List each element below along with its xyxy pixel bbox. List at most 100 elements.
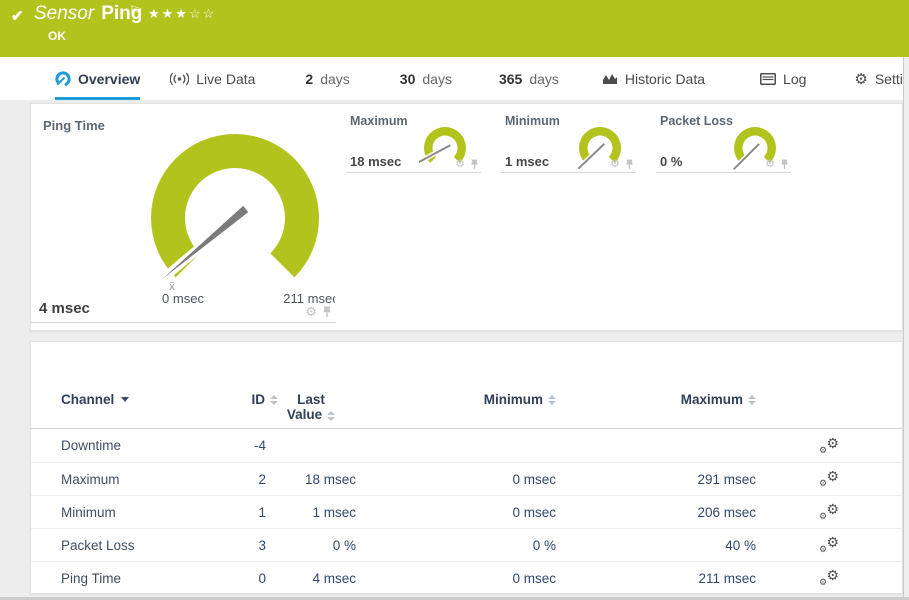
tab-overview[interactable]: Overview (55, 57, 141, 100)
ping-time-value: 4 msec (39, 300, 90, 317)
sensor-title: Sensor Ping (34, 3, 142, 25)
gauge-title: Minimum (505, 114, 560, 128)
column-header-id-label: ID (251, 392, 266, 407)
maximum-value: 18 msec (350, 154, 402, 169)
channel-minimum: 0 msec (512, 471, 556, 487)
column-header-last-label: Last (297, 392, 325, 407)
table-row: Maximum 2 18 msec 0 msec 291 msec ⚙ ⚙ (31, 462, 902, 495)
gauge-settings-gear-icon[interactable]: ⚙ (610, 159, 620, 170)
column-header-maximum[interactable]: Maximum (556, 392, 756, 428)
channels-table-panel: Channel ID Last Value Minimum Maximum Do… (30, 341, 903, 594)
channel-name: Packet Loss (61, 537, 135, 553)
sensor-status-text: OK (48, 29, 66, 43)
stars-filled[interactable]: ★★★ (148, 6, 189, 21)
packet-loss-gauge-cell: Packet Loss 0 % ⚙ (656, 104, 791, 173)
tab-live-data-label: Live Data (196, 70, 256, 87)
channel-settings-gears-icon[interactable]: ⚙ ⚙ (818, 468, 840, 488)
tab-overview-label: Overview (78, 70, 141, 87)
tab-2-days-unit: days (320, 70, 350, 87)
tab-live-data[interactable]: Live Data (170, 57, 255, 100)
column-header-value-label: Value (286, 407, 323, 422)
table-row: Ping Time 0 4 msec 0 msec 211 msec ⚙ ⚙ (31, 561, 902, 594)
pin-icon[interactable] (470, 159, 479, 170)
sensor-type-label: Sensor (34, 3, 95, 24)
column-header-channel[interactable]: Channel (61, 392, 211, 428)
channel-last-value: 18 msec (304, 471, 356, 487)
table-row: Downtime -4 ⚙ ⚙ (31, 429, 902, 462)
channel-id: 2 (258, 471, 266, 487)
prtg-sensor-page: ✔ Sensor Ping ⚐ ★★★☆☆ OK Overview Live Da… (0, 0, 909, 600)
priority-stars[interactable]: ★★★☆☆ (148, 6, 216, 22)
minimum-gauge-cell: Minimum 1 msec ⚙ (501, 104, 636, 173)
tab-30-days-number: 30 (399, 70, 416, 87)
table-row: Packet Loss 3 0 % 0 % 40 % ⚙ ⚙ (31, 528, 902, 561)
maximum-gauge-cell: Maximum 18 msec ⚙ (346, 104, 481, 173)
gauge-title: Ping Time (43, 118, 105, 133)
column-header-last-value[interactable]: Last Value (266, 392, 356, 428)
column-header-maximum-label: Maximum (680, 392, 743, 407)
channel-id: 1 (258, 504, 266, 520)
gauges-panel: Ping Time x̄ 0 msec 211 msec 4 msec ⚙ Ma… (30, 103, 903, 331)
gauge-icon (55, 70, 71, 86)
channel-name: Minimum (61, 504, 116, 520)
ping-time-gauge: x̄ 0 msec 211 msec (151, 134, 335, 306)
gauge-settings-gear-icon[interactable]: ⚙ (455, 159, 465, 170)
channel-maximum: 291 msec (697, 471, 756, 487)
channel-last-value: 0 % (332, 537, 356, 553)
settings-gear-icon: ⚙ (854, 70, 868, 88)
tab-historic-data[interactable]: Historic Data (602, 57, 705, 100)
channel-minimum: 0 % (532, 537, 556, 553)
gauge-settings-gear-icon[interactable]: ⚙ (305, 305, 317, 318)
tab-365-days-unit: days (529, 70, 559, 87)
channel-maximum: 206 msec (697, 504, 756, 520)
log-icon (760, 72, 777, 85)
column-header-id[interactable]: ID (211, 392, 278, 428)
tab-2-days-number: 2 (305, 70, 314, 87)
channel-name: Ping Time (61, 570, 122, 586)
channel-settings-gears-icon[interactable]: ⚙ ⚙ (818, 534, 840, 554)
pin-icon[interactable] (780, 159, 789, 170)
table-header-row: Channel ID Last Value Minimum Maximum (31, 342, 902, 429)
channel-settings-gears-icon[interactable]: ⚙ ⚙ (818, 567, 840, 587)
pin-icon[interactable] (625, 159, 634, 170)
historic-chart-icon (602, 74, 617, 84)
channel-id: -4 (253, 438, 266, 453)
channel-id: 3 (258, 537, 266, 553)
minimum-value: 1 msec (505, 154, 550, 169)
tab-2-days[interactable]: 2 days (305, 57, 349, 100)
tab-30-days-unit: days (422, 70, 452, 87)
column-header-minimum[interactable]: Minimum (356, 392, 556, 428)
stars-empty[interactable]: ☆☆ (189, 6, 216, 21)
priority-flag-icon[interactable]: ⚐ (129, 3, 141, 19)
gauge-settings-gear-icon[interactable]: ⚙ (765, 159, 775, 170)
window-right-edge (903, 57, 909, 600)
tab-historic-data-label: Historic Data (624, 70, 706, 87)
channel-last-value: 4 msec (312, 570, 356, 586)
channel-settings-gears-icon[interactable]: ⚙ ⚙ (818, 501, 840, 521)
tab-log[interactable]: Log (760, 57, 806, 100)
tab-30-days[interactable]: 30 days (400, 57, 452, 100)
tab-log-label: Log (783, 70, 807, 87)
column-header-minimum-label: Minimum (483, 392, 543, 407)
channel-last-value: 1 msec (312, 504, 356, 520)
packet-loss-value: 0 % (660, 154, 683, 169)
tab-365-days-number: 365 (498, 70, 523, 87)
channel-name: Downtime (61, 438, 122, 453)
sensor-status-header: ✔ Sensor Ping ⚐ ★★★☆☆ OK (0, 0, 909, 57)
channel-settings-gears-icon[interactable]: ⚙ ⚙ (818, 435, 840, 455)
status-check-icon: ✔ (11, 8, 24, 25)
sort-arrows-icon (548, 395, 556, 405)
tab-365-days[interactable]: 365 days (499, 57, 559, 100)
gauge-scale-min: 0 msec (162, 291, 204, 306)
tab-bar: Overview Live Data 2 days 30 days 365 days … (0, 57, 909, 100)
channel-minimum: 0 msec (512, 570, 556, 586)
pin-icon[interactable] (322, 306, 332, 318)
channel-maximum: 40 % (725, 537, 756, 553)
sort-arrows-icon (327, 411, 336, 421)
sorted-desc-icon (121, 397, 130, 402)
channel-maximum: 211 msec (698, 570, 756, 586)
table-row: Minimum 1 1 msec 0 msec 206 msec ⚙ ⚙ (31, 495, 902, 528)
channel-minimum: 0 msec (512, 504, 556, 520)
tab-settings[interactable]: ⚙ Settings (854, 57, 909, 100)
gauge-title: Packet Loss (660, 114, 733, 128)
